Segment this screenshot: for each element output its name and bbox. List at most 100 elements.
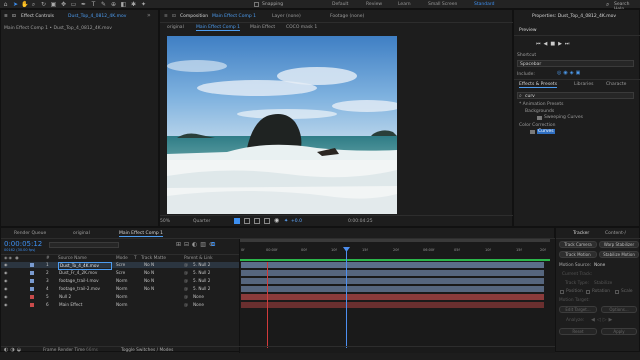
label-color[interactable]	[30, 295, 34, 299]
work-area-bar[interactable]	[240, 239, 550, 242]
layer-mode[interactable]: Norm	[116, 278, 127, 284]
layer-parent[interactable]: 5. Null 2	[193, 278, 210, 284]
rectangle-tool-icon[interactable]: ▭	[70, 1, 77, 8]
snapping-checkbox[interactable]	[254, 2, 259, 7]
tab-libraries[interactable]: Libraries	[574, 82, 593, 87]
timeline-graph-area[interactable]: 0f 00:00f 00f 10f 15f 20f 06:00f 05f 10f…	[239, 239, 555, 353]
col-source-name[interactable]: Source Name	[58, 256, 87, 261]
tab-effects-presets[interactable]: Effects & Presets	[519, 82, 558, 88]
eye-icon[interactable]: ◉	[4, 262, 8, 268]
layer-bar[interactable]	[241, 286, 544, 292]
layer-row[interactable]: ◉ 5 Null 2 Norm @ None	[1, 294, 239, 300]
playback-controls[interactable]: ⏮◀■▶⏭	[536, 41, 572, 47]
effect-controls-tab[interactable]: Effect Controls	[21, 14, 54, 19]
exposure-icon[interactable]: ✦	[284, 218, 288, 224]
clone-tool-icon[interactable]: ⊕	[110, 1, 117, 8]
layer-parent[interactable]: 5. Null 2	[193, 262, 210, 268]
layer-row[interactable]: ◉ 4 footage_trail-2.mov Norm No N @ 5. N…	[1, 286, 239, 292]
workspace-default[interactable]: Default	[332, 2, 348, 7]
tree-curves[interactable]: Curves	[537, 129, 555, 134]
col-mode[interactable]: Mode	[116, 256, 128, 261]
workspace-learn[interactable]: Learn	[398, 2, 411, 7]
layer-name[interactable]: footage_trail-I.mov	[59, 278, 113, 284]
graph-editor-icon[interactable]: ⧉	[211, 241, 215, 249]
exposure-value[interactable]: +0.0	[291, 219, 302, 224]
pan-behind-tool-icon[interactable]: ✥	[60, 1, 67, 8]
pickwhip-icon[interactable]: @	[184, 302, 188, 308]
layer-mode[interactable]: Scre	[116, 270, 125, 276]
layer-bar[interactable]	[241, 294, 544, 300]
layer-track-matte[interactable]: No N	[144, 278, 154, 284]
options-button[interactable]: Options...	[601, 306, 637, 313]
composition-tab[interactable]: Composition	[180, 14, 208, 19]
subtab-original[interactable]: original	[167, 25, 184, 30]
position-checkbox[interactable]	[560, 290, 564, 294]
layer-bar[interactable]	[241, 270, 544, 276]
layer-row[interactable]: ◉ 1 Dust_To_4_4K.mov Scre No N @ 5. Null…	[1, 262, 239, 270]
layer-track-matte[interactable]: No N	[144, 286, 154, 292]
timeline-timecode[interactable]: 0:00:05:12	[4, 240, 42, 248]
preview-tab[interactable]: Preview	[519, 28, 537, 33]
pickwhip-icon[interactable]: @	[184, 270, 188, 276]
layer-row[interactable]: ◉ 2 Dust_Fr_4_2K.mov Scre No N @ 5. Null…	[1, 270, 239, 276]
puppet-tool-icon[interactable]: ✦	[140, 1, 147, 8]
layer-name[interactable]: Dust_Fr_4_2K.mov	[59, 270, 113, 276]
tree-sweeping-curves[interactable]: Sweeping Curves	[544, 115, 583, 120]
playhead-line[interactable]	[346, 248, 347, 348]
subtab-main-effect[interactable]: Main Effect	[250, 25, 275, 30]
search-icon[interactable]: ⌕	[606, 1, 609, 9]
label-color[interactable]	[30, 279, 34, 283]
eye-icon[interactable]: ◉	[4, 270, 8, 276]
current-time-display[interactable]: 0:00:04:25	[348, 219, 373, 224]
layer-row[interactable]: ◉ 3 footage_trail-I.mov Norm No N @ 5. N…	[1, 278, 239, 284]
tab-content-aware[interactable]: Content-/	[605, 231, 626, 236]
layer-name[interactable]: Null 2	[59, 294, 113, 300]
tab-original[interactable]: original	[73, 231, 90, 236]
layer-mode[interactable]: Scre	[116, 262, 125, 268]
timeline-search-input[interactable]	[49, 242, 119, 248]
toggle-switches-modes[interactable]: Toggle Switches / Modes	[121, 348, 173, 353]
composition-viewer[interactable]	[167, 36, 397, 214]
brush-tool-icon[interactable]: ✎	[100, 1, 107, 8]
layer-name[interactable]: Main Effect	[59, 302, 113, 308]
fast-previews-icon[interactable]	[234, 218, 240, 224]
shortcut-dropdown[interactable]: Spacebar	[517, 60, 634, 67]
eye-icon[interactable]: ◉	[4, 286, 8, 292]
eraser-tool-icon[interactable]: ◧	[120, 1, 127, 8]
lock-icon[interactable]: ⊡	[172, 14, 176, 19]
eye-icon[interactable]: ◉	[4, 294, 8, 300]
analyze-controls[interactable]: ◀◁▷▶	[591, 317, 614, 323]
region-of-interest-icon[interactable]	[264, 218, 270, 224]
transparency-grid-icon[interactable]	[244, 218, 250, 224]
layer-parent[interactable]: 5. Null 2	[193, 286, 210, 292]
layer-bar[interactable]	[241, 262, 544, 268]
effect-controls-file[interactable]: Dust_Top_4_0812_4K.mov	[68, 14, 126, 19]
mask-visibility-icon[interactable]	[254, 218, 260, 224]
tab-character[interactable]: Characte	[606, 82, 626, 87]
composition-name[interactable]: Main Effect Comp 1	[212, 14, 256, 19]
edit-target-button[interactable]: Edit Target...	[559, 306, 597, 313]
layer-bar[interactable]	[241, 302, 544, 308]
footer-icons[interactable]: ◐◑◒	[4, 347, 23, 353]
eye-icon[interactable]: ◉	[4, 278, 8, 284]
label-color[interactable]	[30, 303, 34, 307]
camera-snapshot-icon[interactable]: ◉	[274, 217, 279, 224]
workspace-small-screen[interactable]: Small Screen	[428, 2, 457, 7]
hand-tool-icon[interactable]: ✋	[21, 1, 28, 8]
track-camera-button[interactable]: Track Camera	[559, 241, 597, 248]
layer-row[interactable]: ◉ 6 Main Effect Norm @ None	[1, 302, 239, 308]
pickwhip-icon[interactable]: @	[184, 278, 188, 284]
tree-backgrounds[interactable]: Backgrounds	[525, 109, 554, 114]
tree-color-correction[interactable]: Color Correction	[519, 123, 555, 128]
layer-name[interactable]: Dust_To_4_4K.mov	[58, 262, 112, 270]
layer-mode[interactable]: Norm	[116, 294, 127, 300]
label-color[interactable]	[30, 287, 34, 291]
layer-parent[interactable]: 5. Null 2	[193, 270, 210, 276]
panel-menu-icon[interactable]: ≡	[4, 14, 8, 19]
resolution-dropdown[interactable]: Quarter	[193, 219, 210, 224]
label-color[interactable]	[30, 263, 34, 267]
home-icon[interactable]: ⌂	[2, 1, 9, 8]
rotate-tool-icon[interactable]: ↻	[40, 1, 47, 8]
layer-tab[interactable]: Layer (none)	[272, 14, 301, 19]
pickwhip-icon[interactable]: @	[184, 294, 188, 300]
